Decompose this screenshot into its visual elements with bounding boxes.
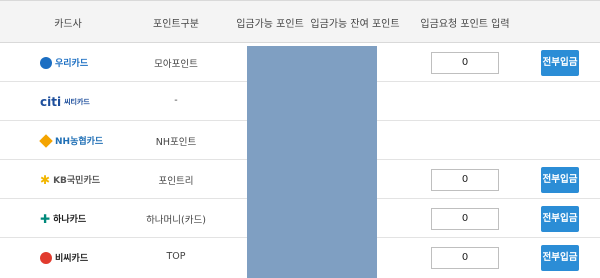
bc-logo-icon bbox=[40, 251, 52, 264]
point-type: 모아포인트 bbox=[154, 59, 198, 70]
point-input[interactable]: 0 bbox=[431, 247, 499, 269]
deposit-all-button[interactable]: 전부입금 bbox=[541, 245, 579, 271]
card-name: 우리카드 bbox=[55, 59, 89, 69]
point-type: TOP bbox=[166, 251, 186, 262]
point-type: 포인트리 bbox=[158, 176, 194, 187]
deposit-all-button[interactable]: 전부입금 bbox=[541, 50, 579, 76]
card-name: 씨티카드 bbox=[64, 97, 90, 106]
hana-logo-icon: ✚ bbox=[40, 211, 51, 226]
citi-logo-icon: citi bbox=[40, 94, 62, 109]
nh-logo-icon bbox=[39, 133, 53, 148]
point-input[interactable]: 0 bbox=[431, 52, 499, 74]
deposit-all-button[interactable]: 전부입금 bbox=[541, 206, 579, 232]
header-point-type: 포인트구분 bbox=[153, 19, 199, 30]
header-card-company: 카드사 bbox=[54, 19, 82, 30]
card-name: 비씨카드 bbox=[55, 254, 89, 264]
table-header: 카드사 포인트구분 입금가능 포인트 입금가능 잔여 포인트 입금요청 포인트 … bbox=[0, 0, 600, 43]
point-input[interactable]: 0 bbox=[431, 208, 499, 230]
card-name: NH농협카드 bbox=[55, 137, 104, 147]
kb-star-icon: ✱ bbox=[40, 172, 51, 187]
deposit-all-button[interactable]: 전부입금 bbox=[541, 167, 579, 193]
card-name: 하나카드 bbox=[53, 215, 87, 225]
card-logo-nh: NH농협카드 bbox=[39, 132, 120, 149]
card-logo-kb: ✱ KB국민카드 bbox=[40, 171, 120, 188]
card-logo-bc: 비씨카드 bbox=[40, 249, 120, 266]
card-name: KB국민카드 bbox=[53, 176, 101, 186]
point-input[interactable]: 0 bbox=[431, 169, 499, 191]
card-logo-woori: 우리카드 bbox=[40, 54, 120, 71]
point-type: 하나머니(카드) bbox=[146, 215, 206, 226]
point-type: NH포인트 bbox=[155, 137, 197, 148]
card-logo-citi: citi 씨티카드 bbox=[40, 93, 120, 110]
header-remaining-points: 입금가능 잔여 포인트 bbox=[310, 19, 400, 30]
woori-logo-icon bbox=[40, 56, 52, 69]
header-available-points: 입금가능 포인트 bbox=[236, 19, 304, 30]
card-logo-hana: ✚ 하나카드 bbox=[40, 210, 120, 227]
header-request-input: 입금요청 포인트 입력 bbox=[420, 19, 510, 30]
redacted-points-mask bbox=[247, 46, 377, 278]
point-type: - bbox=[174, 95, 178, 106]
